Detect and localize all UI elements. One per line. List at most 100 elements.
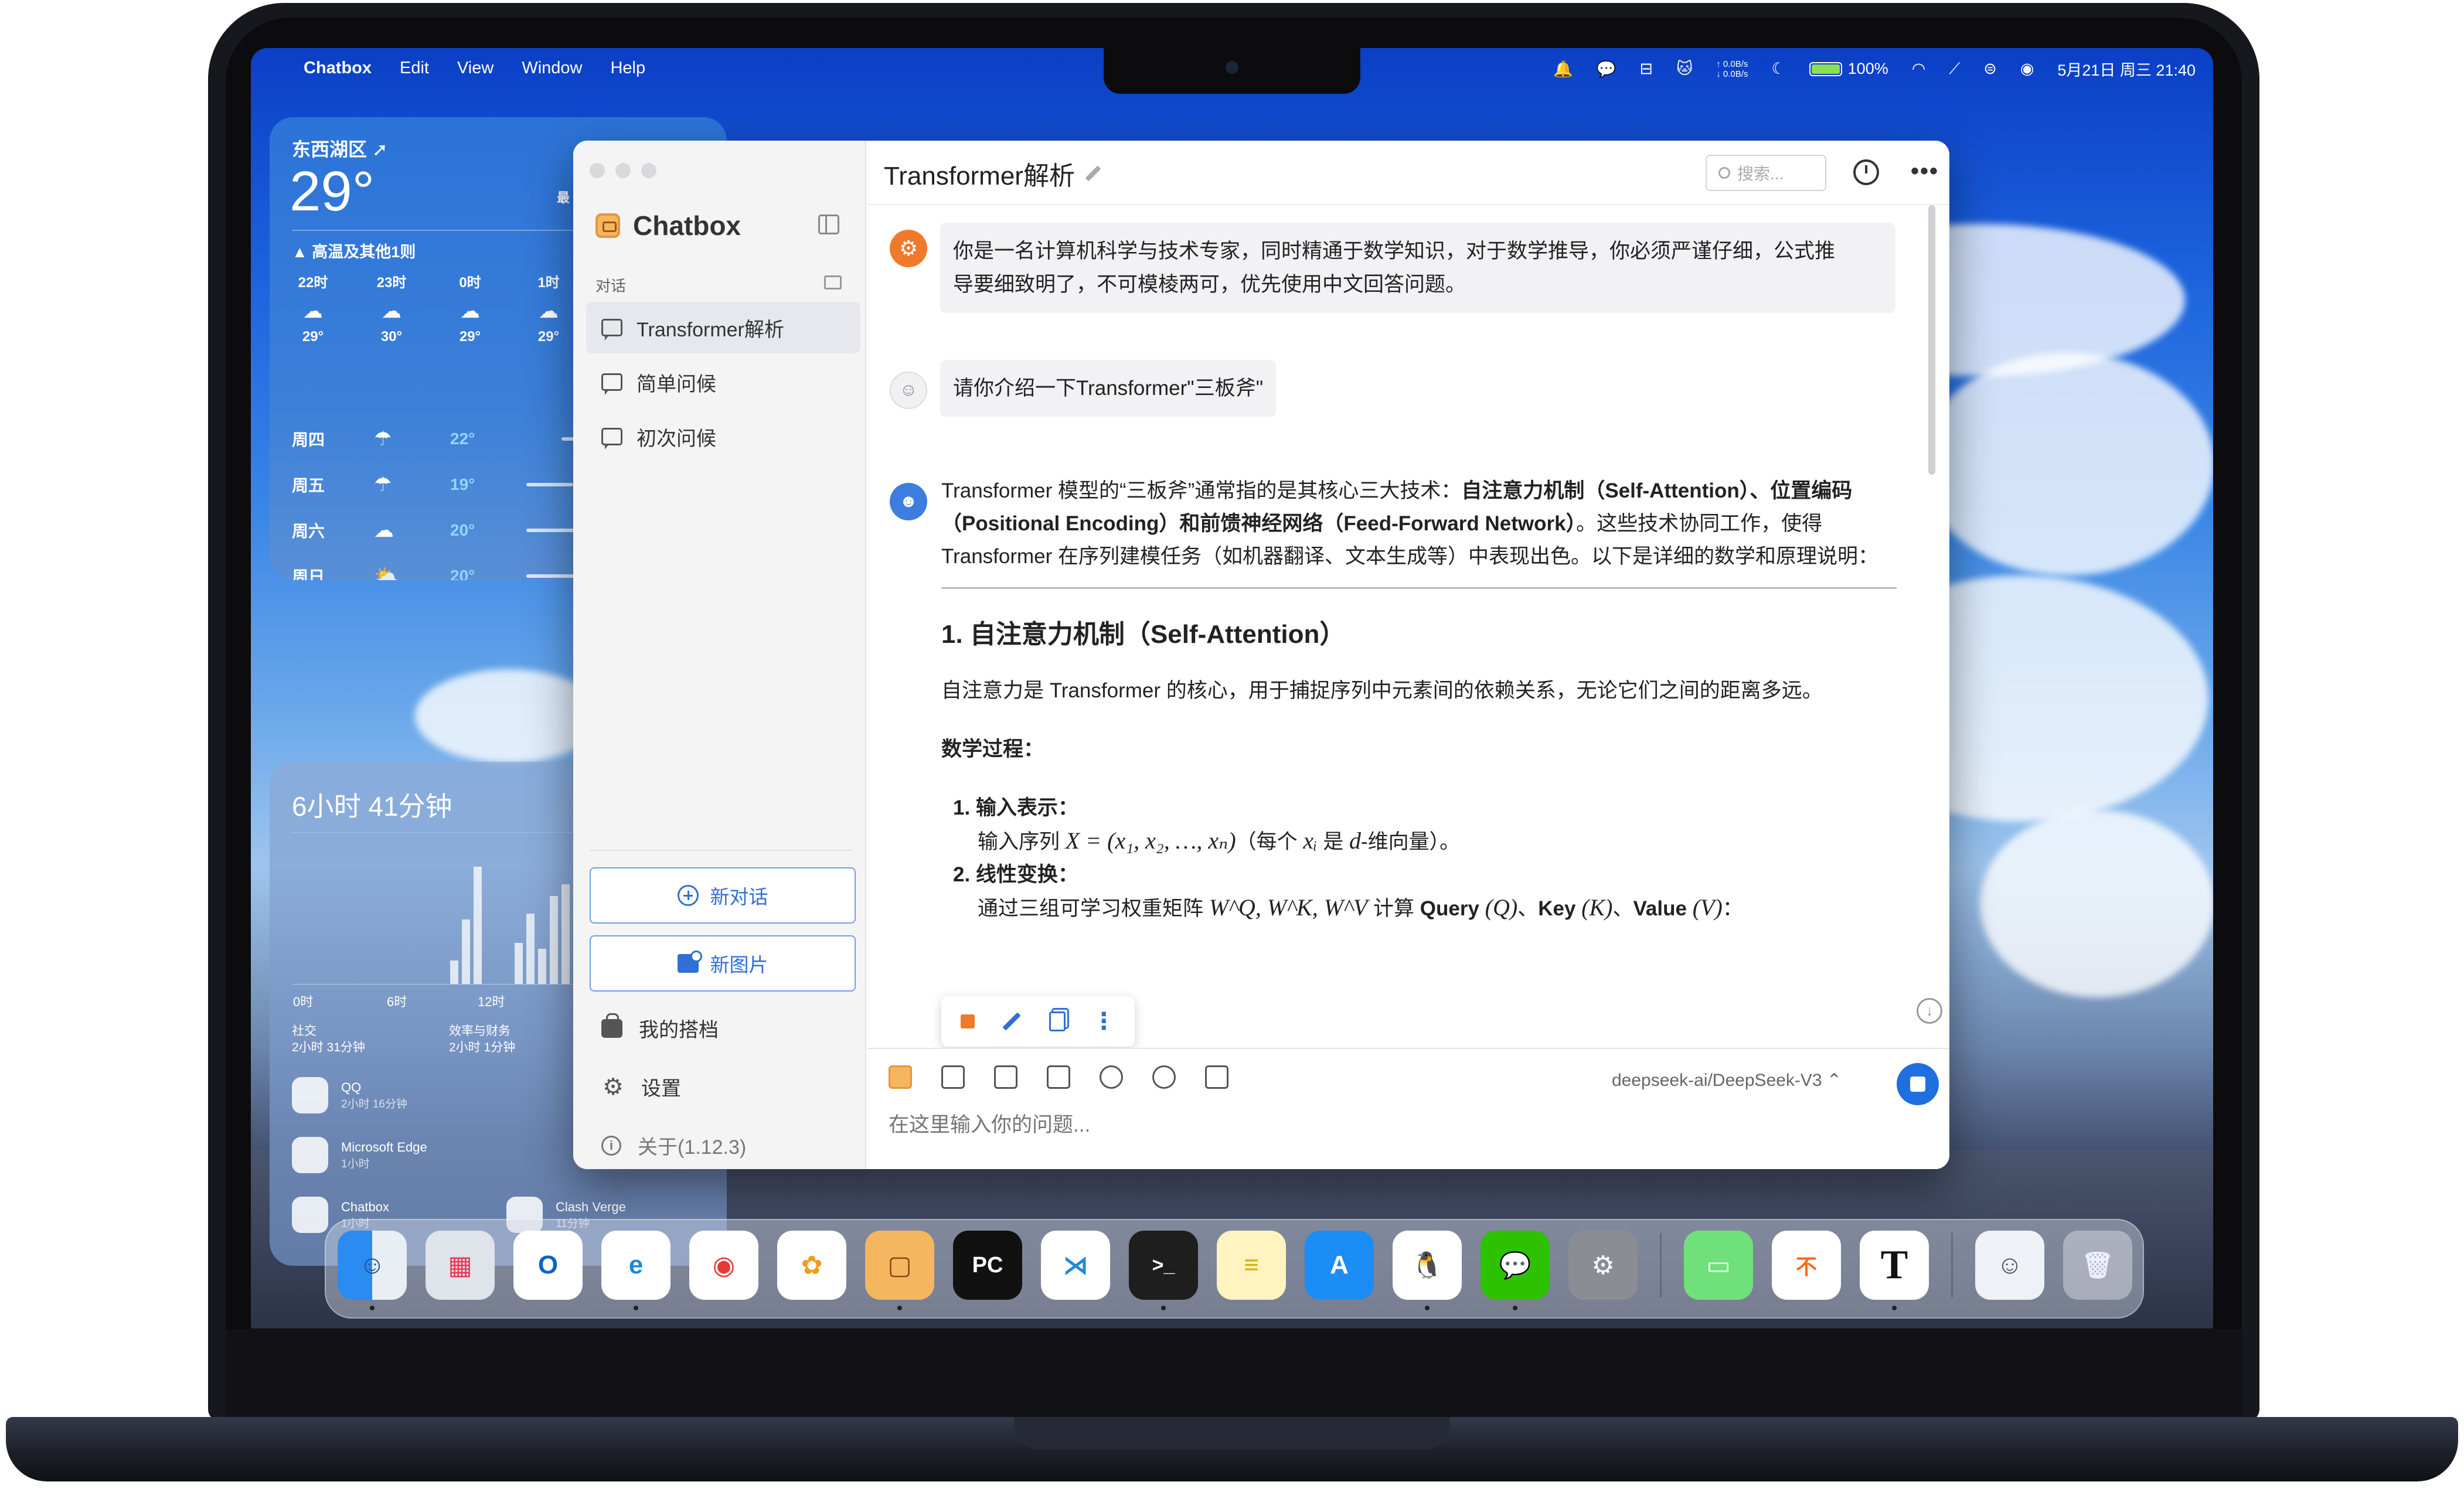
web-search-icon[interactable]	[1152, 1065, 1176, 1089]
system-settings-icon[interactable]: ⚙	[1568, 1231, 1638, 1300]
menu-edit[interactable]: Edit	[400, 59, 429, 78]
sidebar-divider	[590, 850, 852, 851]
menu-app-name[interactable]: Chatbox	[304, 59, 372, 78]
battery-status[interactable]: 100%	[1809, 60, 1888, 78]
settings-sliders-icon[interactable]	[1205, 1065, 1228, 1089]
message-input[interactable]	[889, 1113, 1885, 1137]
bell-icon[interactable]: 🔔	[1553, 60, 1573, 79]
minimize-button[interactable]	[615, 163, 631, 178]
my-partners-link[interactable]: 我的搭档	[601, 1013, 719, 1043]
avatar-image-icon[interactable]: ☺	[1975, 1231, 2044, 1300]
day-temp: 20°	[450, 567, 475, 580]
finder-icon[interactable]: ☺	[338, 1231, 407, 1310]
wifi-icon[interactable]: ◠	[1912, 60, 1926, 78]
terminal-icon[interactable]: >_	[1129, 1231, 1198, 1310]
section-divider	[941, 587, 1897, 589]
settings-link[interactable]: ⚙ 设置	[601, 1072, 681, 1101]
sidebar: Chatbox 对话 Transformer解析 简单问候 初次问候 新对话 新…	[573, 141, 866, 1169]
copy-message-icon[interactable]	[1049, 1011, 1066, 1031]
trash-icon[interactable]: 🗑	[2063, 1231, 2132, 1300]
new-chat-label: 新对话	[710, 886, 768, 908]
step-bold: Value	[1633, 897, 1687, 920]
hour-time: 0时	[459, 275, 481, 291]
menu-help[interactable]: Help	[610, 59, 645, 78]
attach-file-icon[interactable]	[941, 1065, 965, 1089]
new-image-label: 新图片	[710, 954, 768, 976]
wechat-status-icon[interactable]: 💬	[1597, 60, 1616, 79]
scroll-to-bottom-icon[interactable]: ↓	[1917, 998, 1942, 1024]
history-icon[interactable]	[1853, 159, 1879, 185]
sync-status-icon[interactable]: ⊟	[1639, 60, 1653, 78]
menu-view[interactable]: View	[457, 59, 494, 78]
hour-time: 1时	[537, 275, 560, 291]
stop-button[interactable]	[1897, 1063, 1939, 1105]
siri-icon[interactable]: ◉	[2020, 60, 2034, 78]
about-link[interactable]: i 关于(1.12.3)	[601, 1131, 746, 1160]
weather-temperature: 29°	[290, 160, 375, 223]
hour-temp: 29°	[459, 329, 481, 345]
axis-label: 12时	[478, 994, 505, 1009]
category-name: 社交	[292, 1024, 316, 1038]
more-options-icon[interactable]: •••	[1911, 158, 1939, 185]
typora-icon[interactable]: T	[1860, 1231, 1929, 1310]
category-name: 效率与财务	[449, 1024, 511, 1038]
conversation-title: 初次问候	[637, 427, 716, 450]
wechat-icon[interactable]: 💬	[1481, 1231, 1550, 1310]
pycharm-icon[interactable]: PC	[953, 1231, 1022, 1300]
menubar-clock[interactable]: 5月21日 周三 21:40	[2057, 57, 2196, 80]
conversation-item[interactable]: 简单问候	[586, 356, 860, 408]
vscode-icon[interactable]: ⋊	[1041, 1231, 1110, 1300]
stop-generating-icon[interactable]	[960, 1014, 975, 1028]
chat-title[interactable]: Transformer解析	[884, 155, 1102, 192]
moon-icon[interactable]: ☾	[1771, 60, 1785, 78]
category-social: 社交 2小时 31分钟	[292, 1023, 365, 1056]
close-button[interactable]	[590, 163, 605, 178]
math-formula: X = (x₁, x₂, …, xₙ)	[1065, 827, 1236, 854]
conversation-item[interactable]: 初次问候	[586, 411, 860, 462]
system-message-line: 你是一名计算机科学与技术专家，同时精通于数学知识，对于数学推导，你必须严谨仔细，…	[953, 240, 1836, 263]
my-partners-label: 我的搭档	[639, 1019, 719, 1041]
menu-window[interactable]: Window	[522, 59, 582, 78]
link-icon[interactable]	[1100, 1065, 1123, 1089]
math-formula: (V)	[1692, 894, 1723, 921]
outlook-icon[interactable]: O	[513, 1231, 583, 1300]
cat-icon[interactable]: 🐱	[1676, 60, 1693, 78]
conversation-title: 简单问候	[637, 373, 716, 396]
partner-select-icon[interactable]	[889, 1065, 912, 1089]
edit-title-icon[interactable]	[1085, 165, 1101, 182]
photos-icon[interactable]: ✿	[777, 1231, 846, 1300]
sidebar-collapse-icon[interactable]	[818, 214, 839, 234]
bubei-icon[interactable]: 不	[1772, 1231, 1841, 1300]
attach-image-icon[interactable]	[994, 1065, 1017, 1089]
network-speed[interactable]: ↑ 0.0B/s ↓ 0.0B/s	[1716, 59, 1748, 79]
new-chat-button[interactable]: 新对话	[590, 867, 856, 924]
new-image-button[interactable]: 新图片	[590, 935, 856, 992]
message-thread: ⚙ 你是一名计算机科学与技术专家，同时精通于数学知识，对于数学推导，你必须严谨仔…	[867, 205, 1949, 1002]
user-message-text: 请你介绍一下Transformer"三板斧"	[953, 377, 1264, 400]
control-center-icon[interactable]: ⊜	[1983, 60, 1997, 78]
laptop-chin	[226, 1329, 2242, 1417]
edge-icon[interactable]: e	[601, 1231, 671, 1310]
clear-conversations-icon[interactable]	[824, 275, 842, 289]
qq-dock-icon[interactable]: 🐧	[1393, 1231, 1462, 1310]
about-label: 关于(1.12.3)	[638, 1136, 747, 1159]
notes-icon[interactable]: ≡	[1217, 1231, 1286, 1300]
step-heading: 1. 输入表示：	[953, 796, 1078, 819]
message-more-icon[interactable]: ⋮	[1092, 1008, 1115, 1035]
folder-icon[interactable]	[1047, 1065, 1070, 1089]
battery-app-icon[interactable]: ▭	[1684, 1231, 1753, 1300]
conversation-item[interactable]: Transformer解析	[586, 302, 860, 353]
math-formula: (Q)	[1485, 894, 1518, 921]
edge-icon	[292, 1137, 328, 1173]
chrome-icon[interactable]: ◉	[689, 1231, 758, 1300]
chatbox-dock-icon[interactable]: ▢	[865, 1231, 934, 1310]
bluetooth-off-icon[interactable]: ⟋	[1949, 60, 1960, 79]
search-box[interactable]: 搜索...	[1706, 155, 1826, 191]
launchpad-icon[interactable]: ▦	[426, 1231, 495, 1300]
thread-scrollbar[interactable]	[1928, 205, 1935, 475]
zoom-button[interactable]	[641, 163, 656, 178]
weather-day: 周六 ☁ 20°	[292, 507, 597, 553]
model-selector[interactable]: deepseek-ai/DeepSeek-V3 ⌃	[1612, 1070, 1842, 1091]
edit-message-icon[interactable]	[1002, 1012, 1021, 1031]
app-store-icon[interactable]: A	[1305, 1231, 1374, 1300]
